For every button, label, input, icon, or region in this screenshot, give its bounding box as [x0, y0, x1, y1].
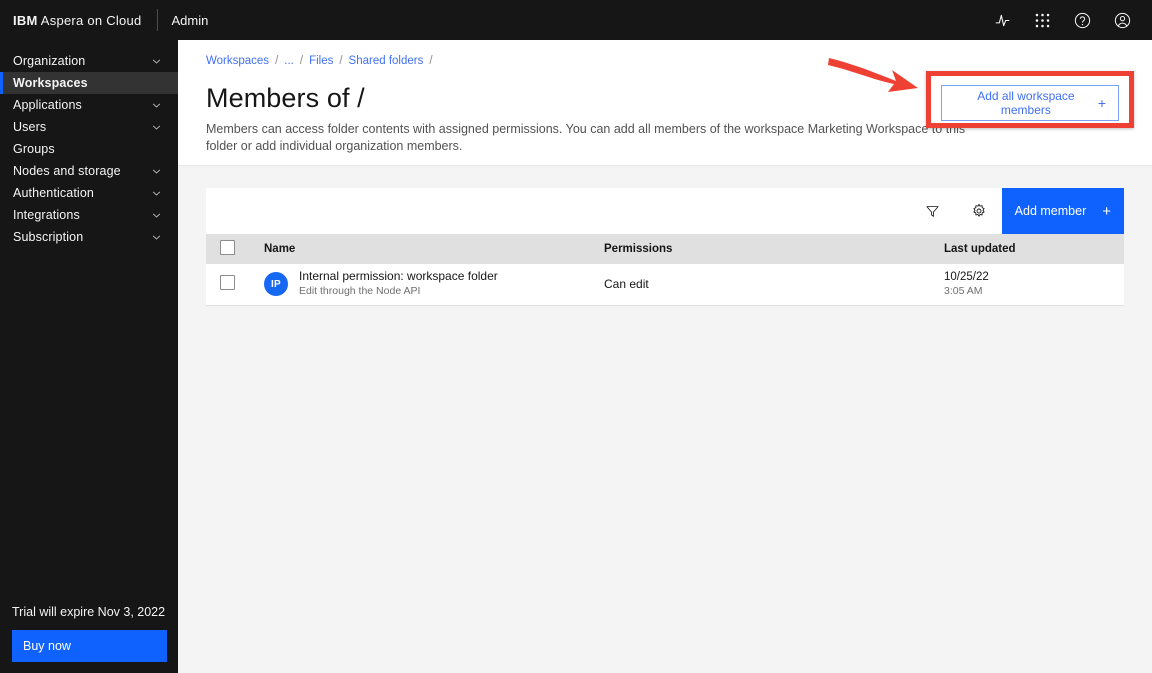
header-divider [156, 9, 158, 31]
chevron-down-icon [151, 56, 162, 67]
sidebar-item-label: Organization [13, 54, 86, 68]
chevron-down-icon [151, 188, 162, 199]
column-header-name[interactable]: Name [264, 234, 604, 264]
add-all-workspace-members-label: Add all workspace members [977, 89, 1075, 117]
header-icon-group [982, 0, 1152, 40]
table-toolbar: Add member + [206, 188, 1124, 234]
sidebar-item-label: Applications [13, 98, 82, 112]
members-table: Name Permissions Last updated IP Interna… [206, 234, 1124, 306]
breadcrumb-item-shared-folders[interactable]: Shared folders [349, 55, 424, 67]
sidebar-item-label: Subscription [13, 230, 84, 244]
breadcrumb-item-overflow[interactable]: ... [284, 55, 294, 67]
add-member-button[interactable]: Add member + [1001, 188, 1124, 234]
sidebar-item-subscription[interactable]: Subscription [0, 226, 178, 248]
chevron-down-icon [151, 232, 162, 243]
breadcrumb-separator: / [339, 55, 343, 67]
sidebar-top-spacer [0, 40, 178, 50]
add-all-workspace-members-button[interactable]: Add all workspace members + [941, 85, 1119, 121]
select-all-checkbox[interactable] [220, 240, 235, 255]
gear-icon[interactable] [955, 188, 1002, 234]
top-header: IBM Aspera on Cloud Admin [0, 0, 1152, 40]
app-switcher-icon[interactable] [1022, 0, 1062, 40]
sidebar-nav-list: Organization Workspaces Applications Use… [0, 50, 178, 248]
row-select-cell [206, 264, 264, 306]
sidebar-item-organization[interactable]: Organization [0, 50, 178, 72]
row-updated-cell: 10/25/22 3:05 AM [944, 264, 1124, 306]
admin-link[interactable]: Admin [172, 13, 209, 28]
brand-strong: IBM [13, 12, 38, 28]
sidebar-item-label: Workspaces [13, 76, 88, 90]
sidebar-item-authentication[interactable]: Authentication [0, 182, 178, 204]
members-table-card: Add member + Name Permissions Last updat… [206, 188, 1124, 306]
brand-rest: Aspera on Cloud [37, 12, 142, 28]
sidebar-item-applications[interactable]: Applications [0, 94, 178, 116]
app-root: IBM Aspera on Cloud Admin Organization W… [0, 0, 1152, 673]
breadcrumb-item-files[interactable]: Files [309, 55, 333, 67]
account-icon[interactable] [1102, 0, 1142, 40]
sidebar-item-label: Groups [13, 142, 55, 156]
row-name: Internal permission: workspace folder [299, 269, 498, 284]
page-description: Members can access folder contents with … [206, 122, 966, 154]
sidebar: Organization Workspaces Applications Use… [0, 40, 178, 673]
breadcrumb-separator: / [275, 55, 279, 67]
sidebar-item-label: Integrations [13, 208, 80, 222]
table-row[interactable]: IP Internal permission: workspace folder… [206, 264, 1124, 306]
row-updated-time: 3:05 AM [944, 285, 983, 298]
chevron-down-icon [151, 210, 162, 221]
sidebar-item-label: Users [13, 120, 47, 134]
sidebar-item-integrations[interactable]: Integrations [0, 204, 178, 226]
buy-now-button[interactable]: Buy now [12, 630, 167, 662]
row-checkbox[interactable] [220, 275, 235, 291]
table-body: IP Internal permission: workspace folder… [206, 264, 1124, 306]
add-member-label: Add member [1014, 204, 1087, 218]
column-header-permissions[interactable]: Permissions [604, 234, 944, 264]
row-name-cell: IP Internal permission: workspace folder… [264, 264, 604, 306]
column-select-all [206, 234, 264, 264]
table-head: Name Permissions Last updated [206, 234, 1124, 264]
breadcrumb: Workspaces / ... / Files / Shared folder… [206, 40, 1152, 67]
activity-icon[interactable] [982, 0, 1022, 40]
brand-logo[interactable]: IBM Aspera on Cloud [0, 13, 142, 28]
row-permissions-cell: Can edit [604, 264, 944, 306]
breadcrumb-item-workspaces[interactable]: Workspaces [206, 55, 269, 67]
help-icon[interactable] [1062, 0, 1102, 40]
column-header-last-updated[interactable]: Last updated [944, 234, 1124, 264]
sidebar-item-label: Authentication [13, 186, 94, 200]
breadcrumb-separator-trailing: / [429, 55, 433, 67]
avatar: IP [264, 272, 288, 297]
sidebar-item-label: Nodes and storage [13, 164, 121, 178]
sidebar-item-users[interactable]: Users [0, 116, 178, 138]
trial-expiry-text: Trial will expire Nov 3, 2022 [12, 605, 166, 619]
annotation-highlight-box: Add all workspace members + [926, 71, 1134, 128]
chevron-down-icon [151, 100, 162, 111]
chevron-down-icon [151, 166, 162, 177]
plus-icon: + [1102, 202, 1111, 220]
row-name-subtitle: Edit through the Node API [299, 285, 421, 298]
filter-icon[interactable] [909, 188, 956, 234]
sidebar-item-nodes-and-storage[interactable]: Nodes and storage [0, 160, 178, 182]
row-updated-date: 10/25/22 [944, 270, 989, 283]
sidebar-item-groups[interactable]: Groups [0, 138, 178, 160]
main-content: Workspaces / ... / Files / Shared folder… [178, 40, 1152, 673]
trial-banner: Trial will expire Nov 3, 2022 Buy now [0, 605, 178, 673]
sidebar-item-workspaces[interactable]: Workspaces [0, 72, 178, 94]
table-header-row: Name Permissions Last updated [206, 234, 1124, 264]
chevron-down-icon [151, 122, 162, 133]
plus-icon: + [1097, 95, 1106, 111]
breadcrumb-separator: / [299, 55, 304, 67]
